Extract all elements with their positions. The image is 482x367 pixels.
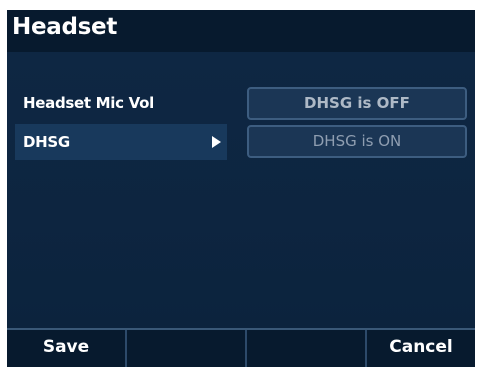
title-bar: Headset [7, 10, 475, 52]
setting-value-field[interactable]: DHSG is ON [247, 125, 467, 158]
settings-panel: Headset Mic Vol DHSG is OFF DHSG DHSG is… [7, 52, 475, 328]
cancel-softkey[interactable]: Cancel [367, 330, 475, 367]
setting-row-headset-mic-vol[interactable]: Headset Mic Vol [15, 85, 227, 121]
setting-label: Headset Mic Vol [23, 94, 154, 112]
softkey-bar: Save Cancel [7, 328, 475, 367]
setting-row-dhsg[interactable]: DHSG [15, 124, 227, 160]
setting-value-field[interactable]: DHSG is OFF [247, 87, 467, 120]
setting-label: DHSG [23, 133, 70, 151]
phone-screen: Headset Headset Mic Vol DHSG is OFF DHSG… [7, 10, 475, 367]
save-softkey[interactable]: Save [7, 330, 125, 367]
page-title: Headset [12, 14, 118, 40]
chevron-right-icon [212, 136, 221, 148]
empty-softkey[interactable] [247, 330, 365, 367]
empty-softkey[interactable] [127, 330, 245, 367]
